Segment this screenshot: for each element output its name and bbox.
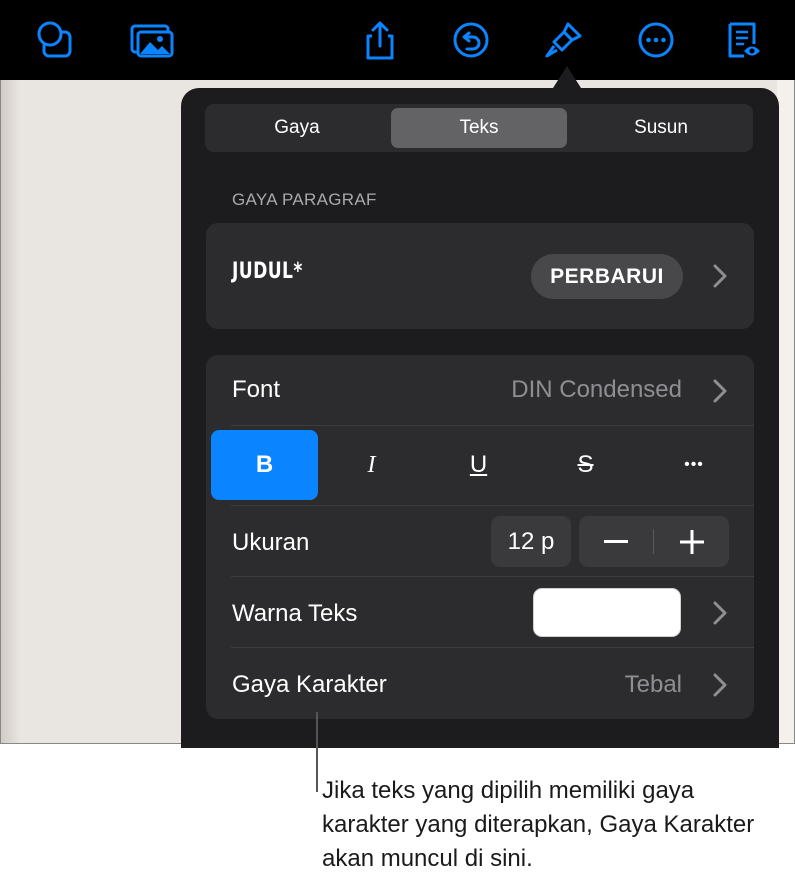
more-icon[interactable] (634, 20, 678, 60)
divider (231, 647, 754, 648)
strikethrough-button[interactable]: S (532, 430, 639, 500)
text-format-card: Font DIN Condensed B I U S ••• Ukuran 12… (206, 355, 754, 719)
media-icon[interactable] (130, 20, 174, 60)
font-value[interactable]: DIN Condensed (511, 376, 682, 404)
divider (231, 505, 754, 506)
chevron-right-icon[interactable] (713, 379, 727, 403)
font-label: Font (232, 376, 281, 403)
size-value-field[interactable]: 12 p (491, 516, 571, 567)
size-label: Ukuran (232, 529, 310, 556)
character-style-label: Gaya Karakter (232, 671, 387, 698)
paragraph-style-row[interactable]: JUDUL* PERBARUI (206, 223, 754, 329)
paragraph-style-section-label: GAYA PARAGRAF (232, 190, 377, 209)
reader-view-icon[interactable] (722, 20, 766, 60)
divider (231, 576, 754, 577)
bold-button[interactable]: B (211, 430, 318, 500)
tab-susun[interactable]: Susun (573, 108, 749, 148)
plus-icon (680, 529, 704, 554)
shapes-icon[interactable] (34, 20, 78, 60)
underline-button[interactable]: U (425, 430, 532, 500)
tab-teks[interactable]: Teks (391, 108, 567, 148)
text-color-swatch[interactable] (533, 588, 681, 637)
chevron-right-icon[interactable] (713, 601, 727, 625)
character-style-value[interactable]: Tebal (625, 671, 682, 699)
divider (231, 425, 754, 426)
tab-gaya[interactable]: Gaya (209, 108, 385, 148)
size-stepper (579, 516, 729, 567)
share-icon[interactable] (358, 20, 402, 60)
minus-icon (604, 539, 628, 543)
decrease-size-button[interactable] (579, 516, 653, 567)
italic-button[interactable]: I (318, 430, 425, 500)
toolbar (0, 0, 795, 80)
stepper-divider (653, 529, 654, 554)
callout-text: Jika teks yang dipilih memiliki gaya kar… (322, 777, 755, 872)
format-popover: Gaya Teks Susun GAYA PARAGRAF JUDUL* PER… (181, 88, 779, 748)
paragraph-style-name: JUDUL* (232, 259, 303, 284)
tab-bar: Gaya Teks Susun (205, 104, 753, 152)
increase-size-button[interactable] (655, 516, 729, 567)
popover-pointer (553, 66, 581, 88)
update-style-button[interactable]: PERBARUI (531, 254, 683, 299)
callout-line (316, 712, 318, 792)
chevron-right-icon (713, 264, 727, 288)
format-brush-icon[interactable] (542, 20, 586, 60)
undo-icon[interactable] (449, 20, 493, 60)
text-color-label: Warna Teks (232, 600, 358, 627)
more-options-button[interactable]: ••• (639, 430, 749, 500)
chevron-right-icon[interactable] (713, 673, 727, 697)
